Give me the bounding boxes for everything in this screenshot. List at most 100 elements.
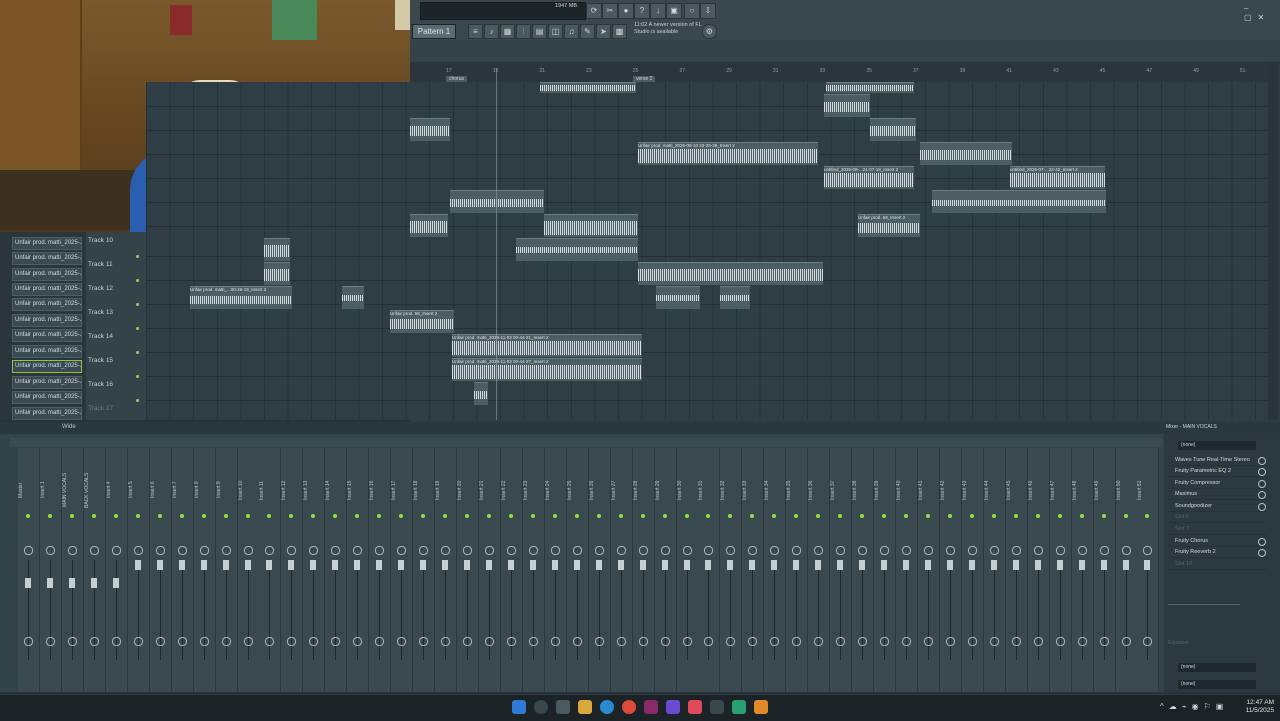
route-knob[interactable]: [660, 637, 670, 646]
pan-knob[interactable]: [397, 546, 407, 555]
pan-knob[interactable]: [463, 546, 472, 555]
task-view-icon[interactable]: [556, 700, 570, 714]
volume-fader[interactable]: [178, 560, 185, 570]
volume-fader[interactable]: [903, 560, 909, 570]
browser-item[interactable]: Unfair prod. matti_2025-...: [12, 252, 82, 265]
fx-slot[interactable]: Fruity Chorus: [1168, 536, 1267, 547]
cut-icon[interactable]: ✂: [602, 3, 618, 19]
volume-fader[interactable]: [1100, 560, 1107, 570]
route-knob[interactable]: [1011, 637, 1021, 646]
discord-icon[interactable]: [666, 700, 680, 714]
volume-fader[interactable]: [420, 560, 427, 570]
pan-knob[interactable]: [528, 546, 538, 555]
channel-led[interactable]: [465, 514, 469, 518]
route-knob[interactable]: [989, 637, 999, 646]
channel-led[interactable]: [530, 514, 535, 518]
route-knob[interactable]: [89, 637, 99, 646]
pan-knob[interactable]: [967, 546, 977, 555]
channel-led[interactable]: [1123, 514, 1128, 518]
pan-knob[interactable]: [419, 546, 429, 555]
volume-fader[interactable]: [573, 560, 580, 570]
pan-knob[interactable]: [309, 546, 319, 555]
route-knob[interactable]: [441, 637, 451, 646]
volume-fader[interactable]: [815, 560, 822, 570]
fx-slot[interactable]: Fruity Reeverb 2: [1168, 547, 1267, 558]
pan-knob[interactable]: [989, 546, 999, 555]
track-label[interactable]: Track 14: [88, 333, 113, 340]
mic-icon[interactable]: ●: [618, 3, 634, 19]
volume-fader[interactable]: [705, 560, 712, 570]
download-icon[interactable]: ↓: [650, 3, 666, 19]
volume-fader[interactable]: [990, 560, 997, 570]
fx-mix-knob[interactable]: [1258, 457, 1266, 465]
pan-knob[interactable]: [616, 546, 626, 555]
music-icon[interactable]: [688, 700, 702, 714]
pan-knob[interactable]: [243, 546, 253, 555]
pan-knob[interactable]: [748, 546, 758, 555]
pan-knob[interactable]: [177, 546, 187, 555]
route-knob[interactable]: [397, 637, 407, 646]
fx-slot[interactable]: Slot 10: [1168, 559, 1267, 570]
settings-icon[interactable]: ⚙: [702, 24, 717, 39]
route-knob[interactable]: [353, 637, 363, 646]
pan-knob[interactable]: [594, 546, 604, 555]
track-active-led[interactable]: [136, 375, 139, 378]
route-knob[interactable]: [331, 637, 341, 646]
channel-led[interactable]: [91, 514, 96, 518]
route-knob[interactable]: [858, 637, 868, 646]
route-knob[interactable]: [550, 637, 560, 646]
browser-item[interactable]: Unfair prod. matti_2025-...: [12, 237, 82, 250]
route-knob[interactable]: [572, 637, 582, 646]
channel-led[interactable]: [1013, 514, 1018, 518]
route-knob[interactable]: [923, 637, 933, 646]
volume-fader[interactable]: [244, 560, 251, 570]
audio-clip[interactable]: Unfair prod. 58_Insert 2: [858, 214, 920, 237]
route-knob[interactable]: [506, 637, 516, 646]
route-knob[interactable]: [133, 637, 143, 646]
channel-led[interactable]: [640, 514, 645, 518]
volume-fader[interactable]: [288, 560, 295, 570]
channel-led[interactable]: [904, 514, 908, 518]
channel-led[interactable]: [1101, 514, 1106, 518]
chrome-icon[interactable]: [622, 700, 636, 714]
pan-knob[interactable]: [375, 546, 385, 555]
route-knob[interactable]: [880, 637, 890, 646]
audio-clip[interactable]: [656, 286, 700, 309]
route-knob[interactable]: [484, 637, 494, 646]
pan-knob[interactable]: [792, 546, 802, 555]
volume-fader[interactable]: [595, 560, 602, 570]
pan-knob[interactable]: [484, 546, 494, 555]
volume-fader[interactable]: [639, 560, 646, 570]
mixer-icon[interactable]: ⫶: [516, 24, 531, 39]
window-controls[interactable]: –▢✕: [1244, 4, 1280, 22]
pan-knob[interactable]: [199, 546, 209, 555]
route-knob[interactable]: [111, 637, 121, 646]
route-knob[interactable]: [945, 637, 955, 646]
channel-led[interactable]: [135, 514, 140, 518]
fx-slot[interactable]: Fruity Compressor: [1168, 478, 1267, 489]
route-knob[interactable]: [309, 637, 319, 646]
volume-fader[interactable]: [661, 560, 668, 570]
playhead[interactable]: [496, 68, 497, 420]
channel-led[interactable]: [969, 514, 974, 518]
pan-knob[interactable]: [550, 546, 560, 555]
audio-clip[interactable]: [474, 382, 488, 405]
channel-led[interactable]: [662, 514, 667, 518]
route-knob[interactable]: [45, 637, 55, 646]
browser-item[interactable]: Unfair prod. matti_2025-...: [12, 268, 82, 281]
fx-slot[interactable]: Soundgoodizer: [1168, 501, 1267, 512]
track-label[interactable]: Track 12: [88, 285, 113, 292]
fx-slot[interactable]: Slot 6: [1168, 512, 1267, 523]
track-active-led[interactable]: [136, 399, 139, 402]
volume-fader[interactable]: [354, 560, 361, 570]
volume-fader[interactable]: [727, 560, 734, 570]
volume-fader[interactable]: [749, 560, 756, 570]
audio-clip[interactable]: [824, 94, 870, 117]
volume-fader[interactable]: [793, 560, 800, 570]
browser-item[interactable]: Unfair prod. matti_2025-...: [12, 376, 82, 389]
pan-knob[interactable]: [836, 546, 846, 555]
chat-icon[interactable]: ○: [684, 3, 700, 19]
pan-knob[interactable]: [24, 546, 33, 555]
volume-fader[interactable]: [266, 560, 273, 570]
track-active-led[interactable]: [136, 327, 139, 330]
